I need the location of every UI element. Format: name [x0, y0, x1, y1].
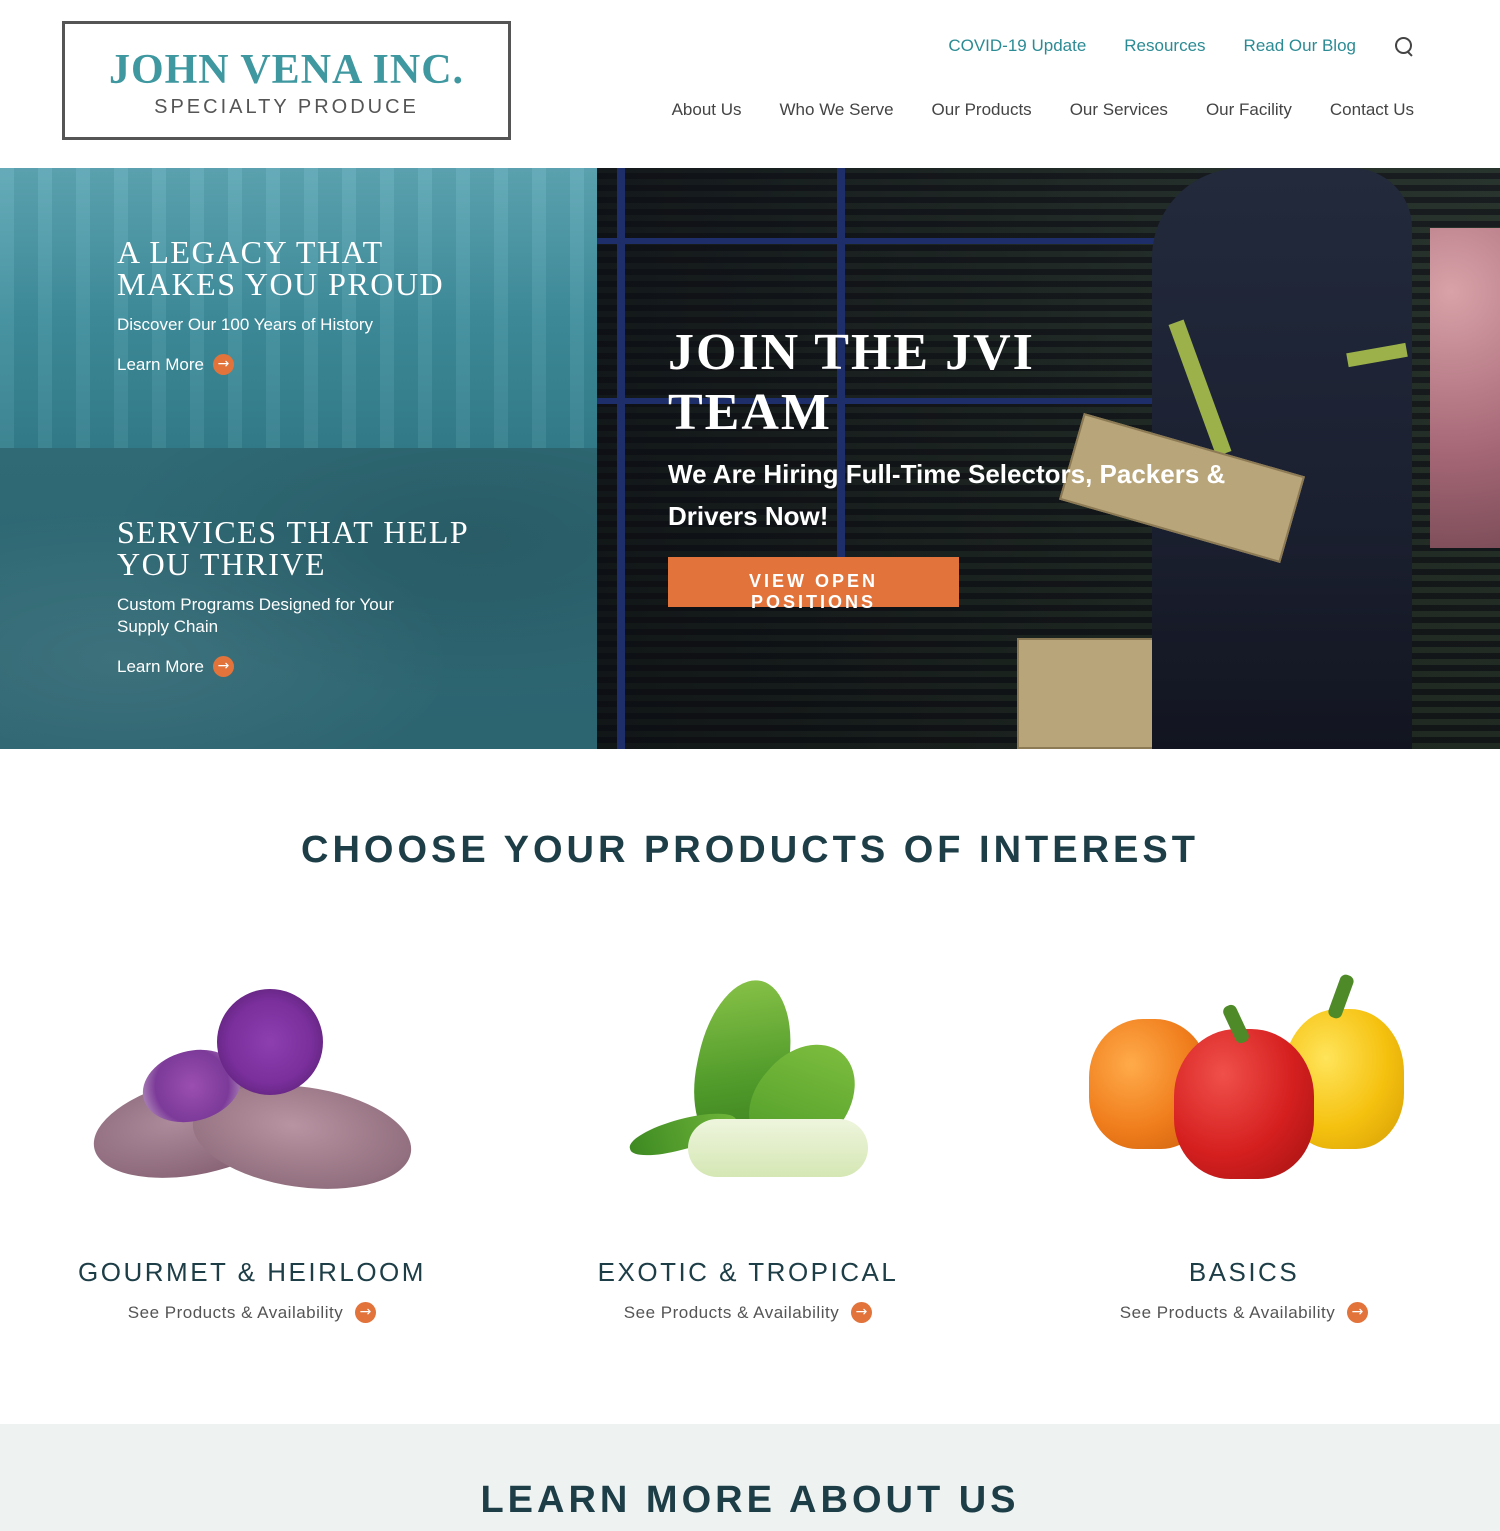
warehouse-rack-image [617, 168, 625, 749]
services-learn-more-label: Learn More [117, 656, 204, 676]
product-link-label: See Products & Availability [623, 1302, 840, 1322]
nav-our-services[interactable]: Our Services [1070, 100, 1168, 120]
product-link[interactable]: See Products & Availability → [1029, 1302, 1459, 1323]
product-link[interactable]: See Products & Availability → [533, 1302, 963, 1323]
services-title: Services That Help You Thrive [117, 514, 468, 582]
product-link-label: See Products & Availability [1119, 1302, 1336, 1322]
arrow-right-icon: → [212, 656, 234, 677]
site-header: JOHN VENA INC. SPECIALTY PRODUCE COVID-1… [0, 0, 1500, 168]
view-open-positions-button[interactable]: View Open Positions [668, 557, 959, 612]
arrow-right-icon: → [1347, 1302, 1369, 1323]
learn-more-section: Learn More About Us [0, 1424, 1500, 1531]
logo-name: JOHN VENA INC. [108, 47, 465, 93]
nav-resources[interactable]: Resources [1124, 36, 1205, 56]
jobs-panel: Join the JVI Team We Are Hiring Full-Tim… [597, 168, 1500, 749]
product-name: Gourmet & Heirloom [78, 1257, 426, 1287]
product-link-label: See Products & Availability [127, 1302, 344, 1322]
services-learn-more-link[interactable]: Learn More → [117, 656, 477, 677]
nav-our-products[interactable]: Our Products [932, 100, 1032, 120]
services-content: Services That Help You Thrive Custom Pro… [117, 516, 477, 677]
legacy-subtitle: Discover Our 100 Years of History [117, 315, 374, 334]
product-name: Exotic & Tropical [597, 1257, 899, 1287]
bell-peppers-image [1079, 969, 1409, 1219]
product-card-gourmet[interactable]: Gourmet & Heirloom See Products & Availa… [37, 969, 467, 1323]
jobs-title: Join the JVI Team [668, 324, 1035, 441]
reflective-stripe-image [1346, 342, 1408, 368]
onions-image [1430, 228, 1500, 548]
main-nav: About Us Who We Serve Our Products Our S… [672, 100, 1414, 120]
services-panel: Services That Help You Thrive Custom Pro… [0, 448, 597, 749]
bok-choy-image [618, 969, 878, 1219]
sweet-potato-image [82, 969, 422, 1219]
logo[interactable]: JOHN VENA INC. SPECIALTY PRODUCE [62, 21, 511, 140]
product-card-basics[interactable]: Basics See Products & Availability → [1029, 969, 1459, 1323]
products-section-title: Choose Your Products of Interest [301, 829, 1199, 871]
nav-about-us[interactable]: About Us [672, 100, 742, 120]
arrow-right-icon: → [851, 1302, 873, 1323]
arrow-right-icon: → [212, 354, 234, 375]
legacy-panel: A Legacy That Makes You Proud Discover O… [0, 168, 597, 448]
products-section: Choose Your Products of Interest Gourmet… [0, 749, 1500, 1424]
nav-covid-update[interactable]: COVID-19 Update [948, 36, 1086, 56]
nav-our-facility[interactable]: Our Facility [1206, 100, 1292, 120]
product-link[interactable]: See Products & Availability → [37, 1302, 467, 1323]
utility-nav: COVID-19 Update Resources Read Our Blog [948, 36, 1414, 56]
red-pepper-image [1174, 1029, 1314, 1179]
jobs-subtitle: We Are Hiring Full-Time Selectors, Packe… [668, 459, 1226, 531]
product-name: Basics [1188, 1257, 1300, 1287]
bok-choy-stem-image [688, 1119, 868, 1177]
nav-contact-us[interactable]: Contact Us [1330, 100, 1414, 120]
search-icon[interactable] [1394, 36, 1414, 56]
nav-who-we-serve[interactable]: Who We Serve [780, 100, 894, 120]
legacy-learn-more-label: Learn More [117, 354, 204, 374]
warehouse-rack-image [597, 238, 1157, 244]
nav-read-our-blog[interactable]: Read Our Blog [1244, 36, 1356, 56]
legacy-learn-more-link[interactable]: Learn More → [117, 354, 477, 375]
product-card-exotic[interactable]: Exotic & Tropical See Products & Availab… [533, 969, 963, 1323]
logo-tagline: SPECIALTY PRODUCE [154, 96, 419, 118]
hero: A Legacy That Makes You Proud Discover O… [0, 168, 1500, 749]
learn-more-title: Learn More About Us [480, 1479, 1020, 1521]
legacy-title: A Legacy That Makes You Proud [117, 234, 445, 302]
legacy-content: A Legacy That Makes You Proud Discover O… [117, 236, 477, 375]
jobs-content: Join the JVI Team We Are Hiring Full-Tim… [668, 323, 1268, 613]
services-subtitle: Custom Programs Designed for Your Supply… [117, 595, 394, 636]
arrow-right-icon: → [355, 1302, 377, 1323]
yam-slice-image [217, 989, 323, 1095]
